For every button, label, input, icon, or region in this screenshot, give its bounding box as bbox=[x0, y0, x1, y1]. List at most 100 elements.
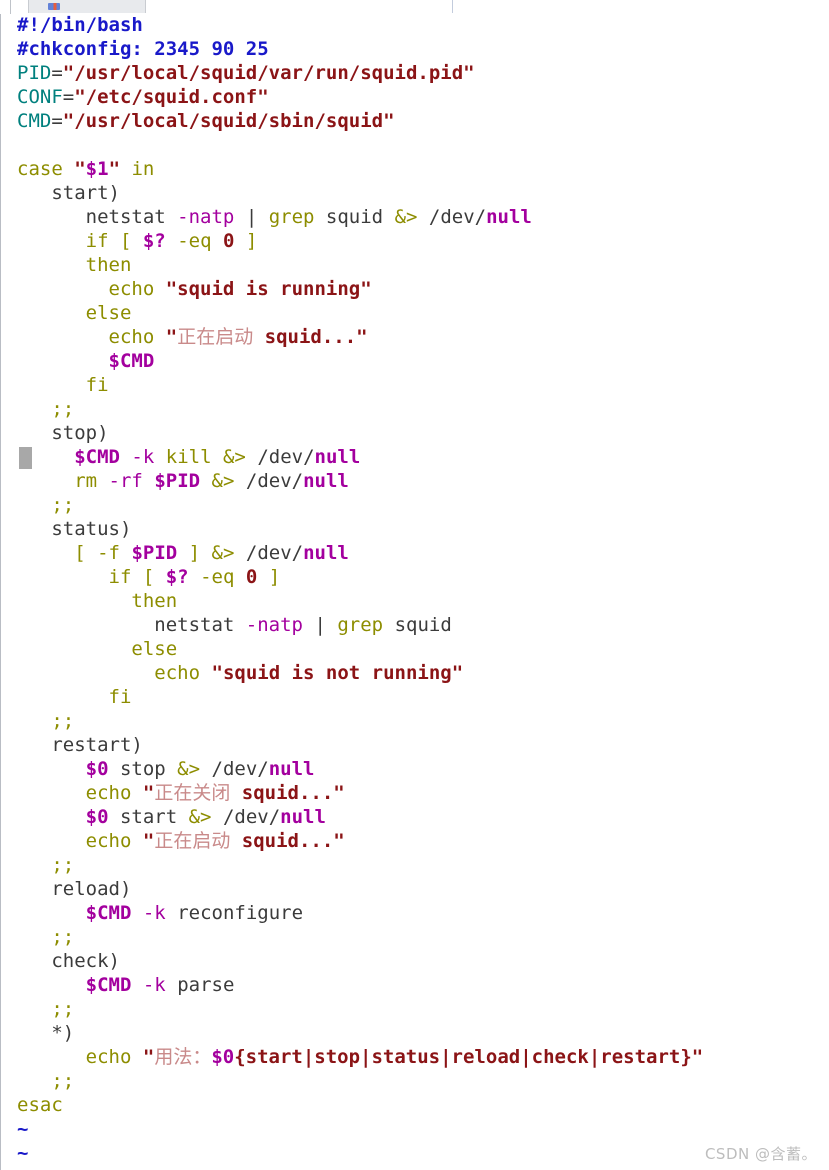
code-token: 正在启动 bbox=[177, 326, 254, 348]
code-token: -eq bbox=[177, 230, 212, 252]
code-line[interactable]: start) bbox=[17, 181, 703, 205]
code-token: " bbox=[142, 830, 155, 852]
code-token: ;; bbox=[51, 494, 75, 516]
code-line[interactable]: restart) bbox=[17, 733, 703, 757]
browser-panel-edge[interactable] bbox=[452, 0, 829, 13]
code-line[interactable]: case "$1" in bbox=[17, 157, 703, 181]
code-line[interactable]: ;; bbox=[17, 925, 703, 949]
code-token: null bbox=[303, 470, 349, 492]
code-token: -k bbox=[142, 974, 166, 996]
code-line[interactable]: #chkconfig: 2345 90 25 bbox=[17, 37, 703, 61]
code-line[interactable]: echo "squid is running" bbox=[17, 277, 703, 301]
code-line[interactable]: esac bbox=[17, 1093, 703, 1117]
code-line[interactable]: *) bbox=[17, 1021, 703, 1045]
code-line[interactable]: PID="/usr/local/squid/var/run/squid.pid" bbox=[17, 61, 703, 85]
code-line[interactable]: echo "正在关闭 squid..." bbox=[17, 781, 703, 805]
code-line[interactable]: ;; bbox=[17, 397, 703, 421]
code-line[interactable]: if [ $? -eq 0 ] bbox=[17, 229, 703, 253]
code-token: ;; bbox=[51, 926, 75, 948]
code-line[interactable]: then bbox=[17, 253, 703, 277]
code-line[interactable]: #!/bin/bash bbox=[17, 13, 703, 37]
code-line[interactable]: netstat -natp | grep squid &> /dev/null bbox=[17, 205, 703, 229]
code-token: start bbox=[108, 806, 189, 828]
code-token: CONF bbox=[17, 86, 63, 108]
code-token: echo bbox=[85, 830, 132, 852]
code-line[interactable]: fi bbox=[17, 373, 703, 397]
code-token: fi bbox=[85, 374, 109, 396]
code-token: " bbox=[74, 158, 86, 180]
code-token: start) bbox=[51, 182, 120, 204]
code-token: else bbox=[85, 302, 132, 324]
code-line[interactable]: if [ $? -eq 0 ] bbox=[17, 565, 703, 589]
browser-chrome-strip bbox=[0, 0, 829, 14]
code-line[interactable]: ;; bbox=[17, 853, 703, 877]
code-line[interactable]: $0 stop &> /dev/null bbox=[17, 757, 703, 781]
code-token: 正在关闭 bbox=[154, 782, 231, 804]
code-token: if bbox=[85, 230, 109, 252]
code-editor-pane[interactable]: #!/bin/bash #chkconfig: 2345 90 25 PID="/u… bbox=[0, 14, 829, 1170]
code-line[interactable]: ;; bbox=[17, 1069, 703, 1093]
code-token: "/usr/local/squid/var/run/squid.pid" bbox=[62, 62, 475, 84]
code-token: ;; bbox=[51, 1070, 75, 1092]
code-line[interactable]: echo "squid is not running" bbox=[17, 661, 703, 685]
code-line[interactable]: CONF="/etc/squid.conf" bbox=[17, 85, 703, 109]
code-line[interactable]: ;; bbox=[17, 997, 703, 1021]
code-token: = bbox=[51, 62, 63, 84]
code-line[interactable]: else bbox=[17, 637, 703, 661]
code-line[interactable]: [ -f $PID ] &> /dev/null bbox=[17, 541, 703, 565]
code-token: reconfigure bbox=[165, 902, 304, 924]
code-token: $PID bbox=[154, 470, 201, 492]
code-token: &> bbox=[211, 542, 235, 564]
code-line[interactable]: $CMD -k kill &> /dev/null bbox=[17, 445, 703, 469]
code-token: {start|stop|status|reload|check|restart}… bbox=[234, 1046, 704, 1068]
code-token: fi bbox=[108, 686, 132, 708]
code-line[interactable]: echo "用法：$0{start|stop|status|reload|che… bbox=[17, 1045, 704, 1069]
code-line[interactable]: netstat -natp | grep squid bbox=[17, 613, 703, 637]
code-line[interactable]: echo "正在启动 squid..." bbox=[17, 325, 703, 349]
code-token: grep bbox=[268, 206, 315, 228]
code-line[interactable]: status) bbox=[17, 517, 703, 541]
code-token: &> bbox=[211, 470, 235, 492]
code-line[interactable]: check) bbox=[17, 949, 703, 973]
code-line[interactable]: $CMD -k parse bbox=[17, 973, 703, 997]
code-line[interactable]: reload) bbox=[17, 877, 703, 901]
code-content[interactable]: #!/bin/bash #chkconfig: 2345 90 25 PID="/u… bbox=[17, 13, 703, 1165]
code-line[interactable]: $CMD bbox=[17, 349, 703, 373]
code-token: ] bbox=[257, 566, 281, 588]
code-token: -k bbox=[131, 446, 155, 468]
code-line[interactable]: echo "正在启动 squid..." bbox=[17, 829, 703, 853]
code-token: ] bbox=[234, 230, 258, 252]
code-line[interactable]: stop) bbox=[17, 421, 703, 445]
code-token: -k bbox=[142, 902, 166, 924]
code-line[interactable] bbox=[17, 133, 703, 157]
code-token: stop bbox=[108, 758, 178, 780]
code-token: = bbox=[51, 110, 63, 132]
code-line[interactable]: fi bbox=[17, 685, 703, 709]
code-line[interactable]: $CMD -k reconfigure bbox=[17, 901, 703, 925]
code-line[interactable]: ;; bbox=[17, 493, 703, 517]
code-line[interactable]: CMD="/usr/local/squid/sbin/squid" bbox=[17, 109, 703, 133]
code-line[interactable]: else bbox=[17, 301, 703, 325]
browser-tab[interactable] bbox=[28, 0, 146, 13]
code-line[interactable]: $0 start &> /dev/null bbox=[17, 805, 703, 829]
code-line[interactable]: ;; bbox=[17, 709, 703, 733]
code-token: squid..." bbox=[253, 326, 368, 348]
code-token: $CMD bbox=[108, 350, 155, 372]
code-line[interactable]: then bbox=[17, 589, 703, 613]
code-line[interactable]: rm -rf $PID &> /dev/null bbox=[17, 469, 703, 493]
